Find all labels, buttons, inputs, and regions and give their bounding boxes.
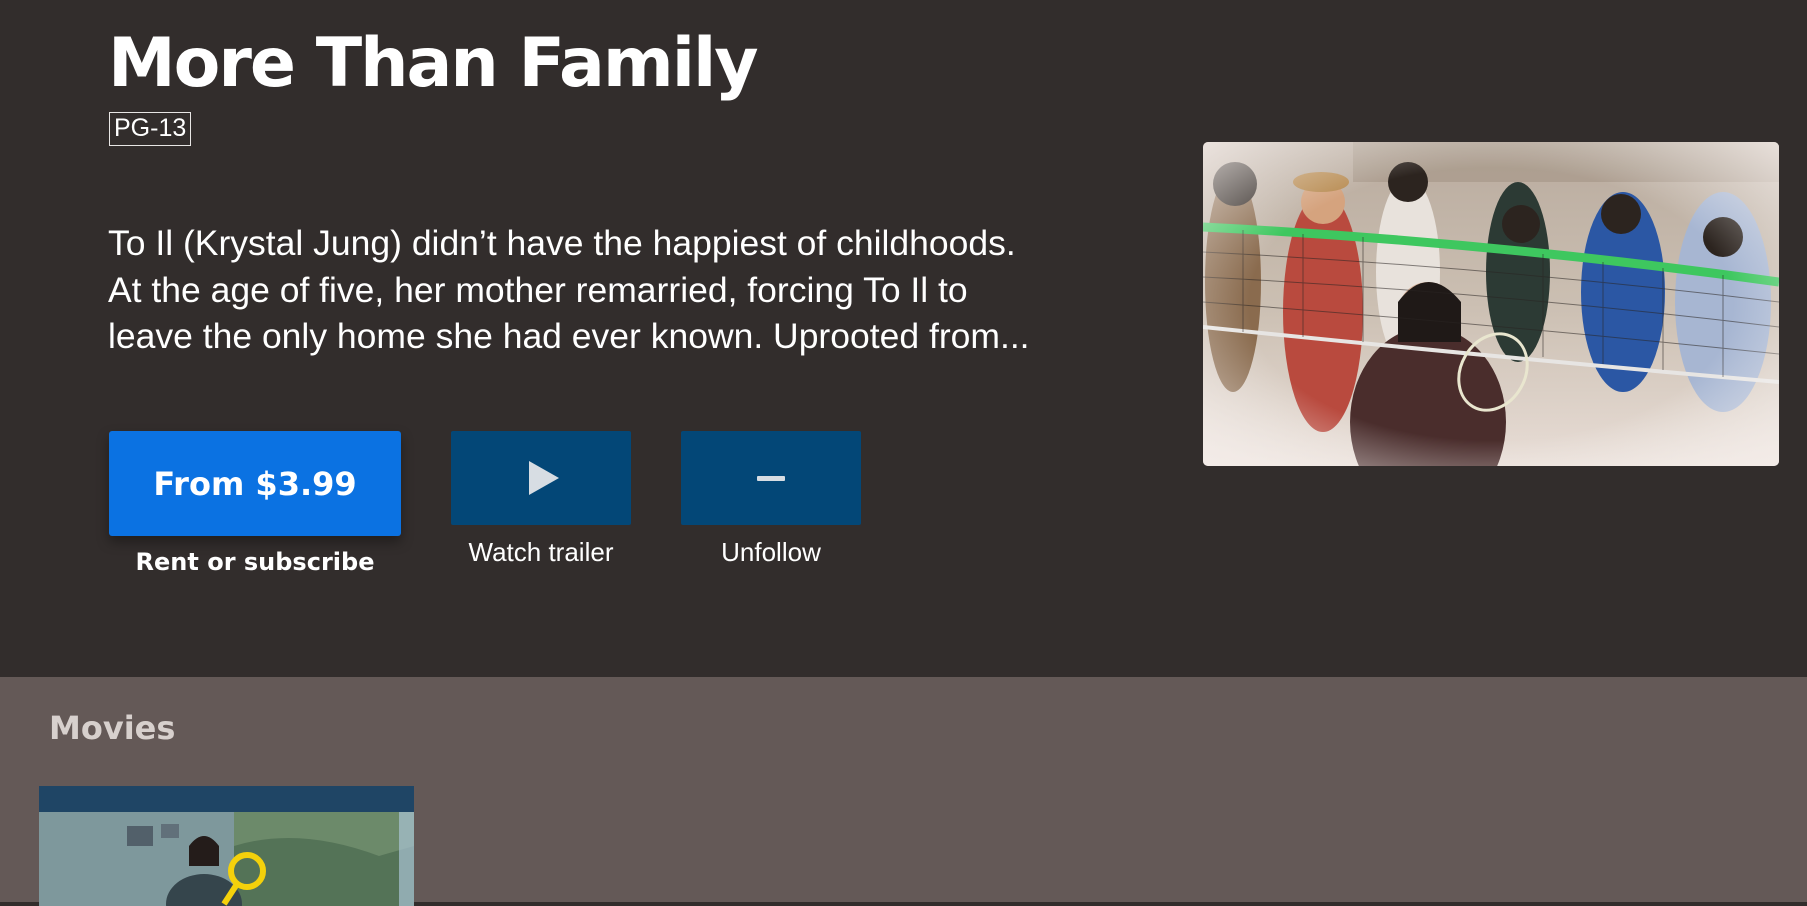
movies-shelf: Movies: [0, 677, 1807, 906]
watch-trailer-button[interactable]: [451, 431, 631, 525]
description-line: At the age of five, her mother remarried…: [108, 269, 968, 310]
rating-badge: PG-13: [109, 112, 192, 146]
rent-or-subscribe-button[interactable]: From $3.99: [109, 431, 401, 536]
play-icon: [529, 461, 559, 495]
minus-icon: [757, 475, 785, 481]
poster-image: [1203, 142, 1779, 466]
movie-card[interactable]: [39, 786, 414, 906]
hero-section: More Than Family PG-13 To Il (Krystal Ju…: [0, 0, 1807, 677]
watch-trailer-caption: Watch trailer: [468, 537, 614, 567]
unfollow-caption: Unfollow: [721, 537, 821, 567]
page-title: More Than Family: [108, 24, 759, 103]
description-line: leave the only home she had ever known. …: [108, 316, 1030, 356]
rent-or-subscribe-caption: Rent or subscribe: [135, 548, 375, 576]
description-line: To Il (Krystal Jung) didn’t have the hap…: [108, 223, 1016, 263]
shelf-title: Movies: [49, 709, 176, 747]
unfollow-button[interactable]: [681, 431, 861, 525]
description[interactable]: To Il (Krystal Jung) didn’t have the hap…: [108, 220, 1098, 360]
